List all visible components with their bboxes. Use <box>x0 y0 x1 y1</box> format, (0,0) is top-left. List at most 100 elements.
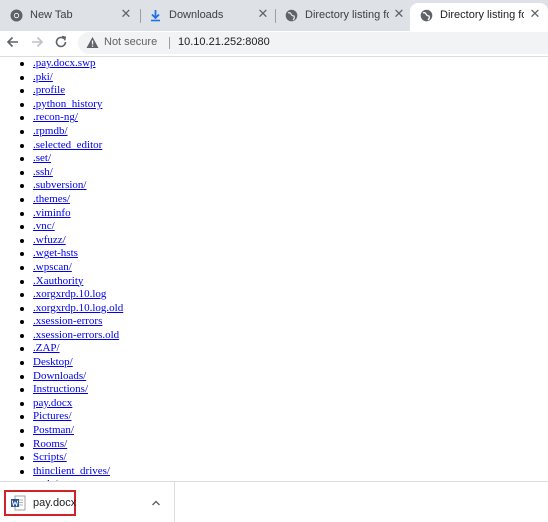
list-item: .viminfo <box>18 207 123 221</box>
forward-button[interactable] <box>28 35 46 53</box>
warning-icon[interactable] <box>86 36 99 54</box>
file-link[interactable]: Postman/ <box>33 424 74 436</box>
file-link[interactable]: .pki/ <box>33 71 53 83</box>
file-link[interactable]: .xsession-errors <box>33 315 102 327</box>
address-bar[interactable]: Not secure 10.10.21.252:8080 <box>78 32 548 54</box>
file-link[interactable]: .ZAP/ <box>33 342 60 354</box>
list-item: Downloads/ <box>18 370 123 384</box>
list-item: .wpscan/ <box>18 261 123 275</box>
bullet-icon <box>20 102 24 107</box>
file-link[interactable]: .themes/ <box>33 193 70 205</box>
bullet-icon <box>20 401 24 406</box>
bullet-icon <box>20 333 24 338</box>
bullet-icon <box>20 320 24 325</box>
file-link[interactable]: .recon-ng/ <box>33 111 78 123</box>
bullet-icon <box>20 89 24 94</box>
file-link[interactable]: .wpscan/ <box>33 261 72 273</box>
list-item: pay.docx <box>18 397 123 411</box>
bullet-icon <box>20 197 24 202</box>
list-item: .vnc/ <box>18 220 123 234</box>
tab-strip: New Tab ✕ Downloads ✕ Directory listing … <box>0 0 548 31</box>
download-item[interactable]: pay.docx <box>0 482 175 522</box>
bullet-icon <box>20 293 24 298</box>
file-link[interactable]: .rpmdb/ <box>33 125 68 137</box>
tab-directory-listing-active[interactable]: Directory listing for / ✕ <box>410 3 548 31</box>
page-content: .pay.docx.swp .pki/.profile .python_histor… <box>0 57 548 481</box>
bullet-icon <box>20 143 24 148</box>
file-link[interactable]: .set/ <box>33 152 51 164</box>
file-link[interactable]: .subversion/ <box>33 179 86 191</box>
list-item: .wget-hsts <box>18 247 123 261</box>
directory-listing: .pay.docx.swp .pki/.profile .python_histor… <box>18 57 123 481</box>
list-item: .set/ <box>18 152 123 166</box>
file-link[interactable]: .selected_editor <box>33 139 102 151</box>
close-icon[interactable]: ✕ <box>528 7 542 21</box>
file-link[interactable]: pay.docx <box>33 397 72 409</box>
list-item: thinclient_drives/ <box>18 465 123 479</box>
back-button[interactable] <box>4 35 22 53</box>
bullet-icon <box>20 252 24 257</box>
list-item: .pay.docx.swp <box>18 57 123 71</box>
bullet-icon <box>20 211 24 216</box>
chevron-up-icon[interactable] <box>150 496 162 514</box>
file-link[interactable]: Scripts/ <box>33 451 67 463</box>
file-link[interactable]: .python_history <box>33 98 102 110</box>
omnibox-divider <box>169 37 170 49</box>
file-link[interactable]: .profile <box>33 84 65 96</box>
file-link[interactable]: .vnc/ <box>33 220 55 232</box>
list-item: .selected_editor <box>18 139 123 153</box>
file-link[interactable]: Rooms/ <box>33 438 67 450</box>
file-link[interactable]: Desktop/ <box>33 356 73 368</box>
file-link[interactable]: .wget-hsts <box>33 247 78 259</box>
list-item: .Xauthority <box>18 275 123 289</box>
bullet-icon <box>20 388 24 393</box>
close-icon[interactable]: ✕ <box>256 7 270 21</box>
file-link[interactable]: Downloads/ <box>33 370 86 382</box>
word-document-icon <box>10 495 26 516</box>
forward-arrow-icon <box>32 36 44 48</box>
list-item: .profile <box>18 84 123 98</box>
list-item: Desktop/ <box>18 356 123 370</box>
file-link[interactable]: .viminfo <box>33 207 71 219</box>
file-link[interactable]: Instructions/ <box>33 383 88 395</box>
browser-toolbar: Not secure 10.10.21.252:8080 <box>0 31 548 56</box>
file-link[interactable]: .wfuzz/ <box>33 234 66 246</box>
bullet-icon <box>20 184 24 189</box>
bullet-icon <box>20 116 24 121</box>
tab-title: Directory listing for / <box>440 9 524 21</box>
download-icon <box>149 9 162 22</box>
list-item: Instructions/ <box>18 383 123 397</box>
bullet-icon <box>20 429 24 434</box>
download-shelf: pay.docx <box>0 481 548 522</box>
globe-icon <box>420 9 433 22</box>
list-item: .recon-ng/ <box>18 111 123 125</box>
list-item: Rooms/ <box>18 438 123 452</box>
bullet-icon <box>20 306 24 311</box>
url-text[interactable]: 10.10.21.252:8080 <box>178 36 270 48</box>
tab-new-tab[interactable]: New Tab ✕ <box>0 0 140 31</box>
list-item: .xorgxrdp.10.log <box>18 288 123 302</box>
file-link[interactable]: .xorgxrdp.10.log.old <box>33 302 123 314</box>
list-item: .xsession-errors.old <box>18 329 123 343</box>
bullet-icon <box>20 279 24 284</box>
list-item: .ZAP/ <box>18 342 123 356</box>
tab-downloads[interactable]: Downloads ✕ <box>139 0 275 31</box>
bullet-icon <box>20 347 24 352</box>
file-link[interactable]: .Xauthority <box>33 275 83 287</box>
file-link[interactable]: Pictures/ <box>33 410 72 422</box>
tab-directory-listing[interactable]: Directory listing for / ✕ <box>275 0 410 31</box>
list-item: .themes/ <box>18 193 123 207</box>
bullet-icon <box>20 442 24 447</box>
security-status[interactable]: Not secure <box>104 36 157 48</box>
file-link[interactable]: .pay.docx.swp <box>33 57 96 69</box>
bullet-icon <box>20 170 24 175</box>
file-link[interactable]: .xsession-errors.old <box>33 329 119 341</box>
close-icon[interactable]: ✕ <box>119 7 133 21</box>
file-link[interactable]: thinclient_drives/ <box>33 465 110 477</box>
list-item: .rpmdb/ <box>18 125 123 139</box>
file-link[interactable]: .xorgxrdp.10.log <box>33 288 106 300</box>
close-icon[interactable]: ✕ <box>392 7 406 21</box>
reload-button[interactable] <box>52 35 70 53</box>
bullet-icon <box>20 361 24 366</box>
file-link[interactable]: .ssh/ <box>33 166 53 178</box>
